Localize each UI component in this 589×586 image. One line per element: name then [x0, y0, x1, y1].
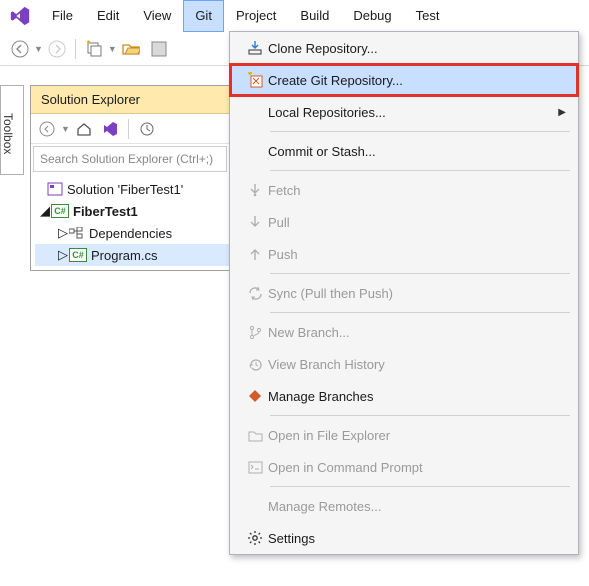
program-file-node[interactable]: ▷ C# Program.cs	[35, 244, 229, 266]
dependencies-label: Dependencies	[89, 226, 172, 241]
terminal-icon	[242, 461, 268, 474]
menu-separator	[270, 273, 570, 274]
menu-item-label: Fetch	[268, 183, 578, 198]
clone-icon	[242, 40, 268, 56]
dependencies-node[interactable]: ▷ Dependencies	[35, 222, 229, 244]
save-button[interactable]	[147, 37, 171, 61]
menu-item-label: New Branch...	[268, 325, 578, 340]
csharp-file-icon: C#	[69, 248, 87, 262]
menu-item-label: Commit or Stash...	[268, 144, 578, 159]
manage-branches-icon	[242, 389, 268, 404]
menu-debug[interactable]: Debug	[341, 0, 403, 32]
menu-item-label: Manage Remotes...	[268, 499, 578, 514]
menu-separator	[270, 486, 570, 487]
git-manage-branches[interactable]: Manage Branches	[230, 380, 578, 412]
menu-item-label: Manage Branches	[268, 389, 578, 404]
menu-separator	[270, 131, 570, 132]
menu-item-label: Pull	[268, 215, 578, 230]
solution-explorer-panel: Solution Explorer ▼ Search Solution Expl…	[30, 85, 230, 271]
nav-back-button[interactable]	[8, 37, 32, 61]
solution-explorer-toolbar: ▼	[31, 114, 229, 144]
collapse-icon[interactable]: ◢	[39, 203, 51, 219]
solution-search-input[interactable]: Search Solution Explorer (Ctrl+;)	[33, 146, 227, 172]
menu-item-label: View Branch History	[268, 357, 578, 372]
menu-edit[interactable]: Edit	[85, 0, 131, 32]
panel-back-button[interactable]	[35, 117, 59, 141]
menu-item-label: Local Repositories...	[268, 105, 578, 120]
nav-forward-button[interactable]	[45, 37, 69, 61]
switch-views-button[interactable]	[98, 117, 122, 141]
git-new-branch: New Branch...	[230, 316, 578, 348]
git-push: Push	[230, 238, 578, 270]
solution-tree: Solution 'FiberTest1' ◢ C# FiberTest1 ▷ …	[31, 174, 229, 270]
menu-item-label: Open in Command Prompt	[268, 460, 578, 475]
menu-item-label: Open in File Explorer	[268, 428, 578, 443]
git-pull: Pull	[230, 206, 578, 238]
git-commit-stash[interactable]: Commit or Stash...	[230, 135, 578, 167]
home-button[interactable]	[72, 117, 96, 141]
folder-icon	[242, 429, 268, 442]
menu-separator	[270, 312, 570, 313]
sync-icon	[242, 286, 268, 301]
push-icon	[242, 247, 268, 261]
git-open-file-explorer: Open in File Explorer	[230, 419, 578, 451]
git-menu-dropdown: Clone Repository... Create Git Repositor…	[229, 31, 579, 555]
project-label: FiberTest1	[73, 204, 138, 219]
toolbox-tab[interactable]: Toolbox	[0, 85, 24, 175]
git-create-repository[interactable]: Create Git Repository...	[230, 64, 578, 96]
menu-project[interactable]: Project	[224, 0, 288, 32]
menu-file[interactable]: File	[40, 0, 85, 32]
csharp-project-icon: C#	[51, 204, 69, 218]
pending-changes-button[interactable]	[135, 117, 159, 141]
menu-git[interactable]: Git	[183, 0, 224, 32]
gear-icon	[242, 530, 268, 546]
expand-icon[interactable]: ▷	[57, 225, 69, 241]
solution-node[interactable]: Solution 'FiberTest1'	[35, 178, 229, 200]
git-open-command-prompt: Open in Command Prompt	[230, 451, 578, 483]
fetch-icon	[242, 183, 268, 197]
menu-separator	[270, 415, 570, 416]
solution-label: Solution 'FiberTest1'	[67, 182, 183, 197]
menu-bar: File Edit View Git Project Build Debug T…	[0, 0, 589, 32]
git-manage-remotes: Manage Remotes...	[230, 490, 578, 522]
search-placeholder-text: Search Solution Explorer (Ctrl+;)	[40, 152, 213, 166]
git-sync: Sync (Pull then Push)	[230, 277, 578, 309]
project-node[interactable]: ◢ C# FiberTest1	[35, 200, 229, 222]
menu-item-label: Sync (Pull then Push)	[268, 286, 578, 301]
git-local-repositories[interactable]: Local Repositories... ▶	[230, 96, 578, 128]
menu-item-label: Clone Repository...	[268, 41, 578, 56]
menu-separator	[270, 170, 570, 171]
git-branch-history: View Branch History	[230, 348, 578, 380]
git-settings[interactable]: Settings	[230, 522, 578, 554]
submenu-arrow-icon: ▶	[558, 107, 566, 118]
create-repo-icon	[242, 72, 268, 88]
git-fetch: Fetch	[230, 174, 578, 206]
menu-test[interactable]: Test	[404, 0, 452, 32]
expand-icon[interactable]: ▷	[57, 247, 69, 263]
menu-item-label: Push	[268, 247, 578, 262]
new-item-button[interactable]	[82, 37, 106, 61]
program-label: Program.cs	[91, 248, 157, 263]
history-icon	[242, 357, 268, 372]
menu-view[interactable]: View	[131, 0, 183, 32]
visual-studio-logo-icon	[0, 5, 40, 27]
menu-build[interactable]: Build	[288, 0, 341, 32]
branch-icon	[242, 325, 268, 340]
open-button[interactable]	[119, 37, 143, 61]
git-clone-repository[interactable]: Clone Repository...	[230, 32, 578, 64]
menu-item-label: Create Git Repository...	[268, 73, 578, 88]
pull-icon	[242, 215, 268, 229]
menu-item-label: Settings	[268, 531, 578, 546]
solution-explorer-title: Solution Explorer	[31, 86, 229, 114]
